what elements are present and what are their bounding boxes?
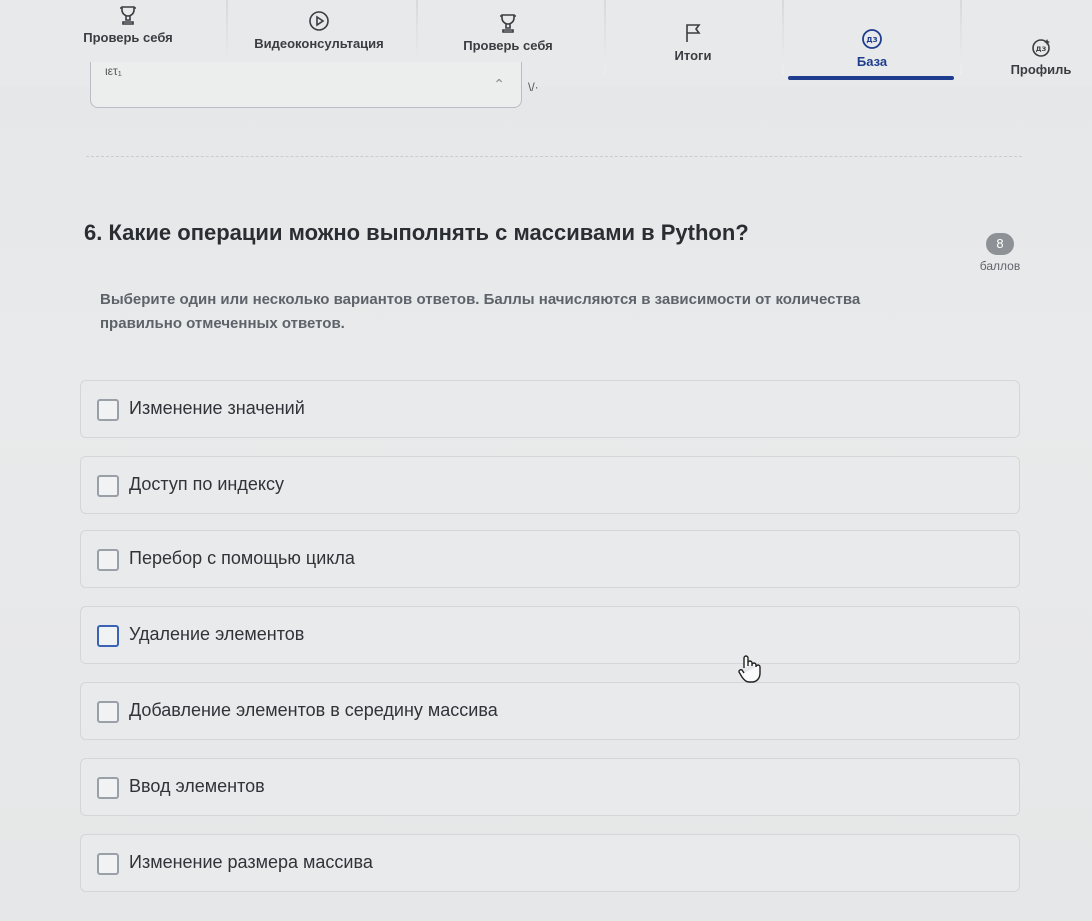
answer-option-label: Удаление элементов xyxy=(129,624,305,644)
answer-option[interactable]: Изменение размера массива xyxy=(80,834,1020,892)
checkbox[interactable] xyxy=(97,853,119,875)
section-divider xyxy=(86,156,1022,157)
tab-divider xyxy=(960,0,962,74)
answer-option-label: Ввод элементов xyxy=(129,776,265,796)
checkbox[interactable] xyxy=(97,399,119,421)
svg-text:ДЗ: ДЗ xyxy=(866,36,877,44)
tab-divider xyxy=(782,0,784,74)
checkbox[interactable] xyxy=(97,777,119,799)
answer-option[interactable]: Удаление элементов xyxy=(80,606,1020,664)
checkbox[interactable] xyxy=(97,625,119,647)
nav-tab-label: База xyxy=(856,54,888,69)
answer-option[interactable]: Ввод элементов xyxy=(80,758,1020,816)
previous-answer-input[interactable]: ιετ₁ ⌃ xyxy=(90,62,522,108)
flag-icon xyxy=(682,22,704,44)
nav-tab-video-consultation[interactable]: Видеоконсультация xyxy=(240,10,398,51)
answer-option-label: Доступ по индексу xyxy=(129,474,284,494)
answer-option-label: Добавление элементов в середину массива xyxy=(129,700,498,720)
answer-option[interactable]: Доступ по индексу xyxy=(80,456,1020,514)
nav-tab-profile[interactable]: ДЗ Профиль xyxy=(1005,36,1077,77)
nav-tab-check-yourself-1[interactable]: Проверь себя xyxy=(70,4,186,45)
nav-tab-check-yourself-2[interactable]: Проверь себя xyxy=(450,12,566,53)
trophy-icon xyxy=(497,12,519,34)
question-hint: Выберите один или несколько вариантов от… xyxy=(100,291,861,332)
answer-option[interactable]: Изменение значений xyxy=(80,380,1020,438)
answer-option[interactable]: Перебор с помощью цикла xyxy=(80,530,1020,588)
nav-tab-label: Видеоконсультация xyxy=(254,36,384,51)
chevron-up-icon: ⌃ xyxy=(493,76,505,92)
score-label: баллов xyxy=(979,259,1021,273)
tab-divider xyxy=(604,0,606,74)
answer-option-label: Изменение значений xyxy=(129,398,305,418)
nav-tab-label: Проверь себя xyxy=(463,38,553,53)
answer-option[interactable]: Добавление элементов в середину массива xyxy=(80,682,1020,740)
answer-option-label: Изменение размера массива xyxy=(129,852,373,872)
svg-text:ДЗ: ДЗ xyxy=(1036,45,1047,53)
dz-profile-icon: ДЗ xyxy=(1030,36,1052,58)
checkbox[interactable] xyxy=(97,475,119,497)
nav-tab-label: Проверь себя xyxy=(83,30,173,45)
play-icon xyxy=(308,10,330,32)
trophy-icon xyxy=(117,4,139,26)
question-title: 6. Какие операции можно выполнять с масс… xyxy=(84,220,749,245)
nav-tab-results[interactable]: Итоги xyxy=(660,22,726,63)
answer-option-label: Перебор с помощью цикла xyxy=(129,548,355,568)
previous-answer-side-text: \/· xyxy=(528,80,539,94)
checkbox[interactable] xyxy=(97,549,119,571)
hand-cursor-icon xyxy=(736,654,762,684)
nav-tab-base[interactable]: ДЗ База xyxy=(840,28,904,69)
dz-icon: ДЗ xyxy=(861,28,883,50)
nav-tab-label: Профиль xyxy=(1010,62,1072,77)
previous-answer-text: ιετ₁ xyxy=(105,64,122,78)
active-tab-indicator xyxy=(788,76,954,80)
checkbox[interactable] xyxy=(97,701,119,723)
nav-tab-label: Итоги xyxy=(674,48,712,63)
score-badge: 8 xyxy=(986,233,1014,255)
